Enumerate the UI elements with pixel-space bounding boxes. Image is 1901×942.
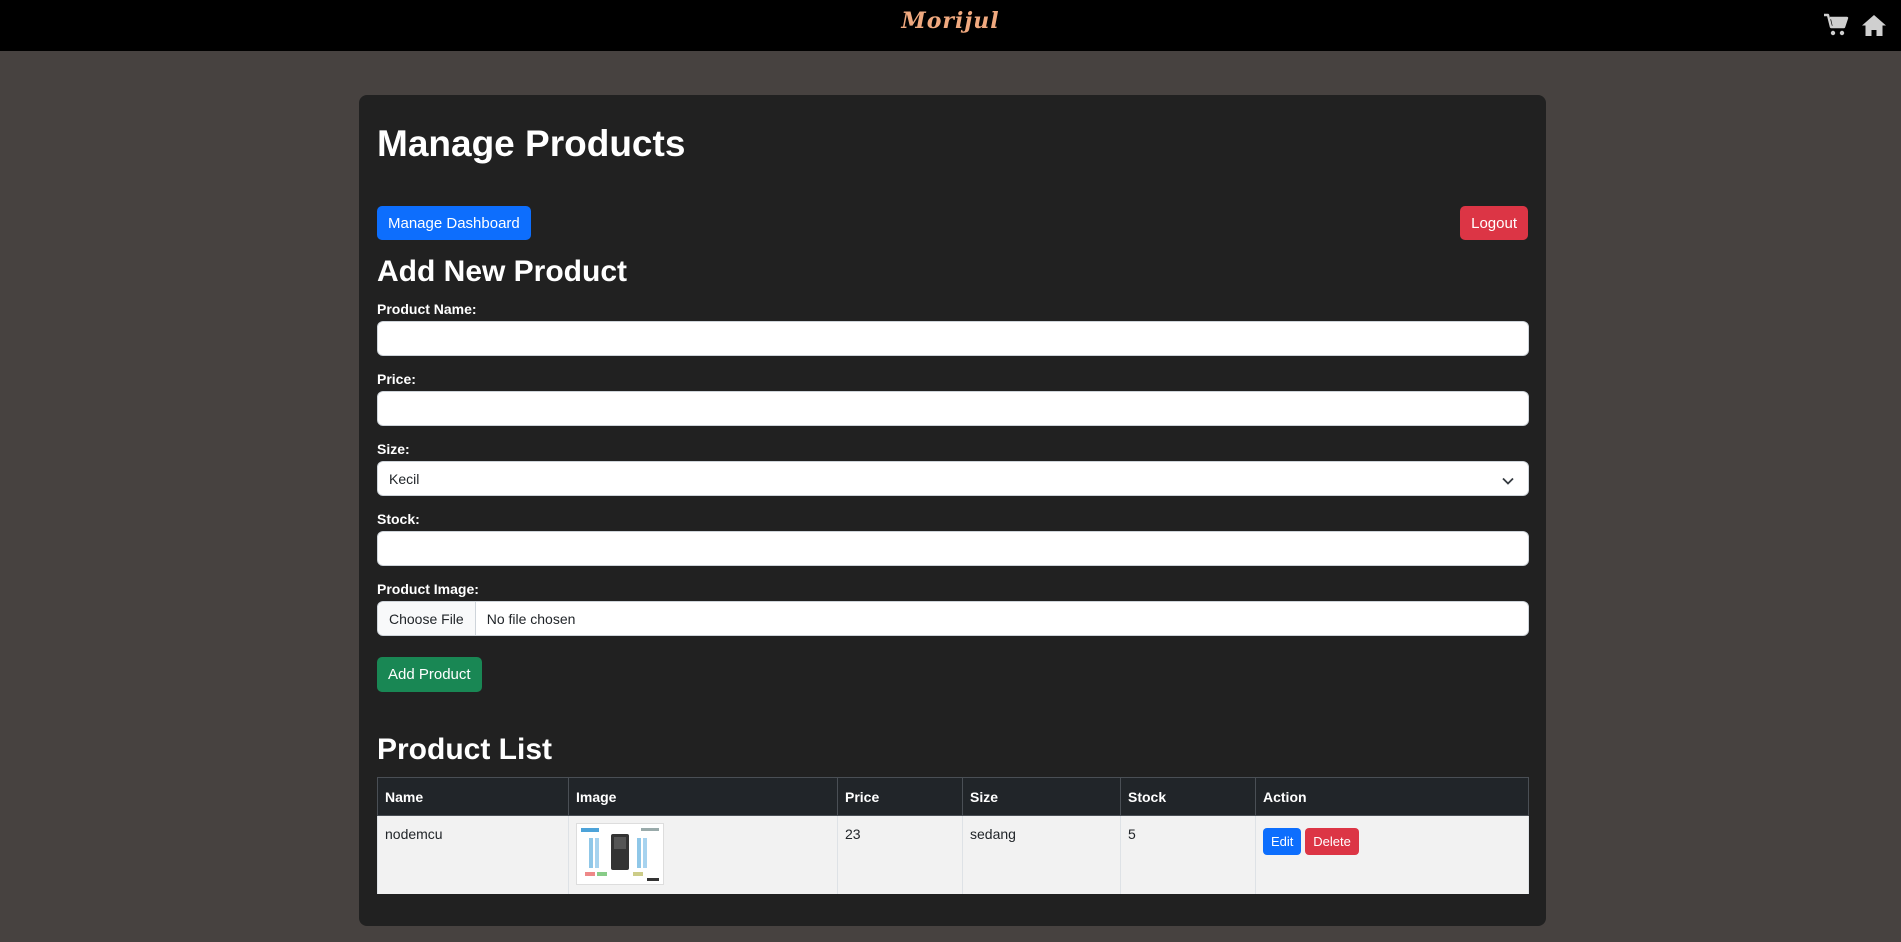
column-header-stock: Stock: [1120, 777, 1256, 816]
chevron-down-icon: [1502, 473, 1514, 489]
brand-logo[interactable]: Morijul: [0, 8, 1901, 34]
product-name-input[interactable]: [377, 321, 1529, 356]
stock-field: Stock:: [377, 511, 1529, 566]
edit-button[interactable]: Edit: [1263, 828, 1302, 855]
table-header-row: Name Image Price Size Stock Action: [377, 777, 1529, 816]
size-select[interactable]: Kecil: [377, 461, 1529, 496]
product-size-cell: sedang: [962, 815, 1121, 894]
column-header-action: Action: [1255, 777, 1529, 816]
home-icon[interactable]: [1859, 10, 1889, 40]
price-field: Price:: [377, 371, 1529, 426]
stock-input[interactable]: [377, 531, 1529, 566]
choose-file-button[interactable]: Choose File: [378, 602, 476, 635]
size-selected-value: Kecil: [389, 470, 420, 487]
cart-icon[interactable]: [1821, 10, 1851, 40]
product-table: Name Image Price Size Stock Action nodem…: [377, 777, 1529, 894]
column-header-image: Image: [568, 777, 838, 816]
product-image-label: Product Image:: [377, 581, 479, 597]
column-header-name: Name: [377, 777, 569, 816]
size-label: Size:: [377, 441, 410, 457]
product-image-file-input[interactable]: Choose File No file chosen: [377, 601, 1529, 636]
product-image-field: Product Image: Choose File No file chose…: [377, 581, 1529, 636]
top-navbar: Morijul: [0, 0, 1901, 51]
product-name-cell: nodemcu: [377, 815, 569, 894]
price-input[interactable]: [377, 391, 1529, 426]
manage-products-card: Manage Products Manage Dashboard Logout …: [359, 95, 1546, 926]
product-list-heading: Product List: [377, 733, 553, 766]
logout-button[interactable]: Logout: [1460, 206, 1528, 240]
column-header-price: Price: [837, 777, 963, 816]
manage-dashboard-button[interactable]: Manage Dashboard: [377, 206, 531, 240]
product-name-label: Product Name:: [377, 301, 477, 317]
stock-label: Stock:: [377, 511, 420, 527]
column-header-size: Size: [962, 777, 1121, 816]
size-field: Size: Kecil: [377, 441, 1529, 496]
product-thumbnail: [576, 823, 664, 885]
product-name-field: Product Name:: [377, 301, 1529, 356]
product-image-cell: [568, 815, 838, 894]
product-price-cell: 23: [837, 815, 963, 894]
table-row: nodemcu 23 sedang 5 Edit Delete: [377, 815, 1529, 894]
price-label: Price:: [377, 371, 416, 387]
add-product-button[interactable]: Add Product: [377, 657, 482, 692]
file-status-text: No file chosen: [486, 610, 576, 627]
nav-icons: [1821, 10, 1889, 40]
delete-button[interactable]: Delete: [1305, 828, 1359, 855]
add-product-heading: Add New Product: [377, 255, 628, 288]
product-action-cell: Edit Delete: [1255, 815, 1529, 894]
page-title: Manage Products: [377, 123, 686, 164]
product-stock-cell: 5: [1120, 815, 1256, 894]
